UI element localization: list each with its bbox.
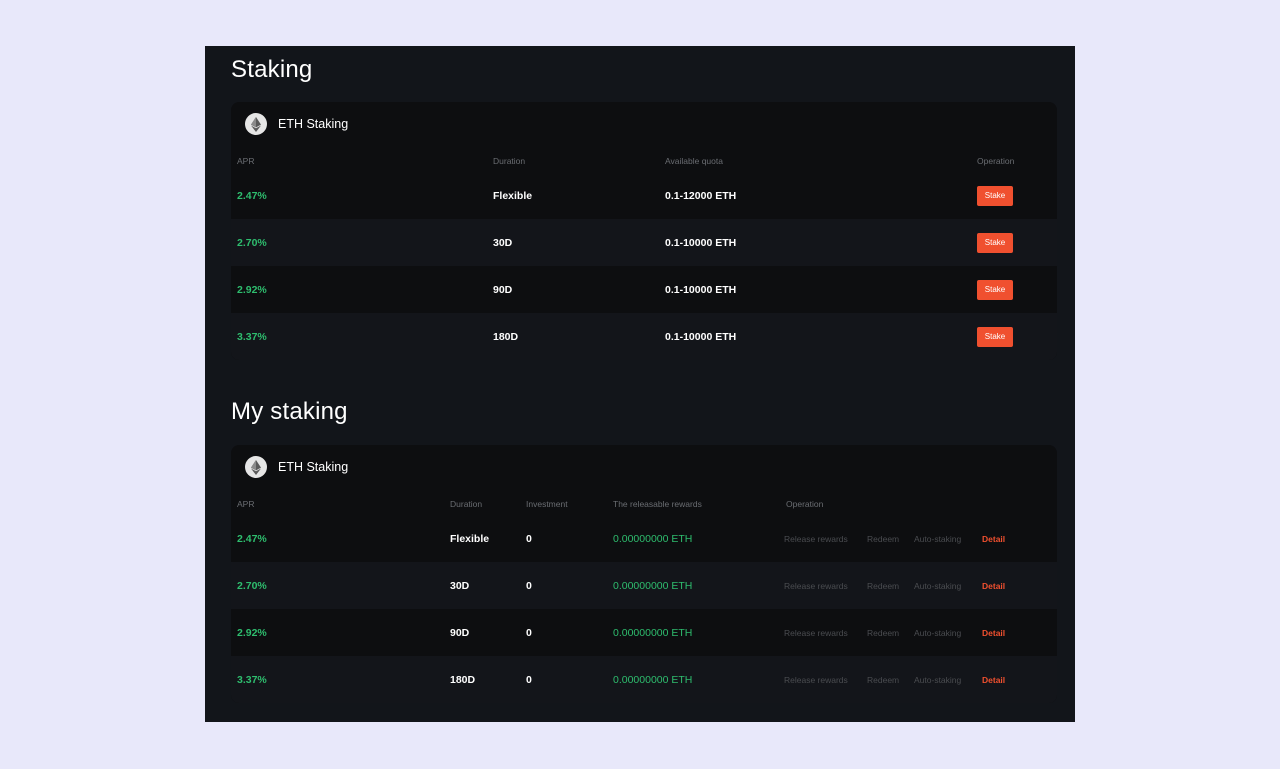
column-header-duration: Duration [493, 156, 526, 166]
detail-link[interactable]: Detail [982, 534, 1005, 544]
card-name: ETH Staking [278, 460, 349, 474]
auto-staking-link[interactable]: Auto-staking [914, 628, 961, 638]
staking-title: Staking [231, 56, 313, 83]
rewards-value: 0.00000000 ETH [613, 626, 693, 639]
table-header: APR Duration Investment The releasable r… [231, 489, 1057, 515]
rewards-value: 0.00000000 ETH [613, 579, 693, 592]
apr-value: 3.37% [237, 673, 267, 686]
quota-value: 0.1-10000 ETH [665, 283, 737, 296]
column-header-investment: Investment [526, 499, 568, 509]
ethereum-icon [245, 456, 267, 478]
auto-staking-link[interactable]: Auto-staking [914, 675, 961, 685]
table-row: 2.92% 90D 0 0.00000000 ETH Release rewar… [231, 609, 1057, 656]
duration-value: 30D [493, 236, 513, 249]
staking-panel: Staking ETH Staking APR Duration Availab… [205, 46, 1075, 722]
release-rewards-link[interactable]: Release rewards [784, 534, 848, 544]
auto-staking-link[interactable]: Auto-staking [914, 534, 961, 544]
my-staking-title: My staking [231, 398, 348, 425]
column-header-rewards: The releasable rewards [613, 499, 702, 509]
column-header-operation: Operation [786, 499, 824, 509]
column-header-operation: Operation [977, 156, 1015, 166]
quota-value: 0.1-12000 ETH [665, 189, 737, 202]
investment-value: 0 [526, 579, 532, 592]
duration-value: 90D [450, 626, 470, 639]
table-row: 3.37% 180D 0.1-10000 ETH Stake [231, 313, 1057, 360]
investment-value: 0 [526, 626, 532, 639]
detail-link[interactable]: Detail [982, 628, 1005, 638]
duration-value: 90D [493, 283, 513, 296]
table-row: 2.47% Flexible 0 0.00000000 ETH Release … [231, 515, 1057, 562]
table-row: 2.92% 90D 0.1-10000 ETH Stake [231, 266, 1057, 313]
apr-value: 2.47% [237, 189, 267, 202]
ethereum-icon [245, 113, 267, 135]
redeem-link[interactable]: Redeem [867, 534, 899, 544]
redeem-link[interactable]: Redeem [867, 628, 899, 638]
detail-link[interactable]: Detail [982, 581, 1005, 591]
stake-button[interactable]: Stake [977, 185, 1013, 206]
redeem-link[interactable]: Redeem [867, 581, 899, 591]
table-row: 2.70% 30D 0 0.00000000 ETH Release rewar… [231, 562, 1057, 609]
stake-button[interactable]: Stake [977, 326, 1013, 347]
duration-value: Flexible [493, 189, 533, 202]
column-header-apr: APR [237, 156, 255, 166]
duration-value: Flexible [450, 532, 490, 545]
release-rewards-link[interactable]: Release rewards [784, 628, 848, 638]
apr-value: 2.47% [237, 532, 267, 545]
redeem-link[interactable]: Redeem [867, 675, 899, 685]
apr-value: 2.70% [237, 579, 267, 592]
card-header: ETH Staking [231, 445, 1057, 489]
column-header-duration: Duration [450, 499, 483, 509]
my-staking-card: ETH Staking APR Duration Investment The … [231, 445, 1057, 703]
staking-card: ETH Staking APR Duration Available quota… [231, 102, 1057, 360]
stake-button[interactable]: Stake [977, 232, 1013, 253]
apr-value: 2.92% [237, 626, 267, 639]
column-header-apr: APR [237, 499, 255, 509]
quota-value: 0.1-10000 ETH [665, 236, 737, 249]
apr-value: 2.70% [237, 236, 267, 249]
column-header-quota: Available quota [665, 156, 723, 166]
investment-value: 0 [526, 673, 532, 686]
table-header: APR Duration Available quota Operation [231, 146, 1057, 172]
auto-staking-link[interactable]: Auto-staking [914, 581, 961, 591]
detail-link[interactable]: Detail [982, 675, 1005, 685]
apr-value: 2.92% [237, 283, 267, 296]
rewards-value: 0.00000000 ETH [613, 532, 693, 545]
duration-value: 180D [493, 330, 519, 343]
quota-value: 0.1-10000 ETH [665, 330, 737, 343]
release-rewards-link[interactable]: Release rewards [784, 581, 848, 591]
duration-value: 30D [450, 579, 470, 592]
card-name: ETH Staking [278, 117, 349, 131]
table-row: 2.70% 30D 0.1-10000 ETH Stake [231, 219, 1057, 266]
investment-value: 0 [526, 532, 532, 545]
table-row: 2.47% Flexible 0.1-12000 ETH Stake [231, 172, 1057, 219]
stake-button[interactable]: Stake [977, 279, 1013, 300]
rewards-value: 0.00000000 ETH [613, 673, 693, 686]
release-rewards-link[interactable]: Release rewards [784, 675, 848, 685]
card-header: ETH Staking [231, 102, 1057, 146]
apr-value: 3.37% [237, 330, 267, 343]
table-row: 3.37% 180D 0 0.00000000 ETH Release rewa… [231, 656, 1057, 703]
duration-value: 180D [450, 673, 476, 686]
